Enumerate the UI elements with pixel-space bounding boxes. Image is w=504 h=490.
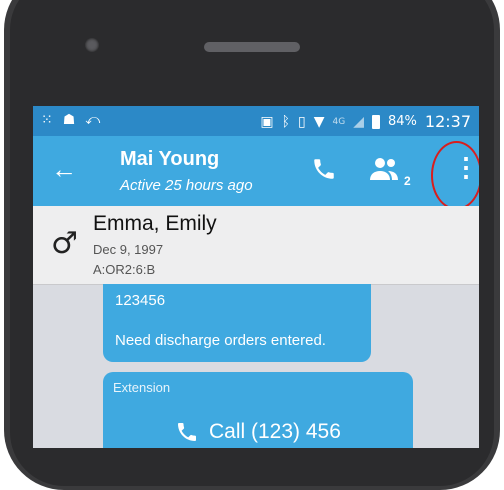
android-icon: ☗ [62, 112, 76, 128]
battery-percent: 84% [387, 114, 417, 129]
highlight-circle [431, 141, 479, 210]
phone-frame: ⁙ ☗ ⤺ ▣ ᛒ ▯ ▼ 4G ◢ 84% 12:37 ← Mai Young… [0, 0, 504, 490]
participant-count: 2 [404, 174, 411, 188]
patient-id: A:OR2:6:B [93, 262, 156, 277]
conversation-subtitle: Active 25 hours ago [120, 177, 253, 194]
phone-icon [178, 423, 196, 441]
participants-icon[interactable] [368, 156, 402, 187]
male-icon: ♂ [51, 226, 78, 261]
patient-dob: Dec 9, 1997 [93, 242, 164, 257]
phone-call-icon[interactable] [311, 156, 337, 187]
wifi-icon: ▼ [313, 113, 325, 130]
bluetooth-icon: ᛒ [281, 113, 290, 130]
back-arrow-icon[interactable]: ← [51, 156, 77, 182]
clock: 12:37 [424, 112, 471, 131]
message-bubble[interactable]: 123456 Need discharge orders entered. [103, 284, 371, 362]
status-bar: ⁙ ☗ ⤺ ▣ ᛒ ▯ ▼ 4G ◢ 84% 12:37 [33, 106, 479, 136]
battery-icon [371, 114, 380, 129]
patient-header[interactable]: ♂ Emma, Emily Dec 9, 1997 A:OR2:6:B [33, 206, 479, 285]
conversation-title: Mai Young [120, 148, 220, 170]
message-text: 123456 [115, 292, 166, 309]
notification-icon: ⁙ [41, 112, 53, 128]
message-text: Need discharge orders entered. [115, 332, 326, 349]
signal-icon: ◢ [353, 113, 364, 130]
front-camera [85, 38, 99, 52]
message-label: Extension [113, 380, 171, 395]
call-button[interactable]: Call (123) 456 [175, 420, 341, 444]
missed-call-icon: ⤺ [85, 112, 101, 128]
patient-name: Emma, Emily [93, 212, 217, 235]
cast-icon: ▣ [260, 113, 274, 130]
earpiece-speaker [204, 42, 300, 52]
vibrate-icon: ▯ [298, 113, 306, 130]
app-bar: ← Mai Young Active 25 hours ago 2 ⋮ [33, 136, 479, 210]
call-button-label: Call (123) 456 [209, 420, 341, 443]
message-bubble: Extension Call (123) 456 [103, 372, 413, 448]
screen: ⁙ ☗ ⤺ ▣ ᛒ ▯ ▼ 4G ◢ 84% 12:37 ← Mai Young… [33, 106, 479, 448]
network-label: 4G [332, 116, 346, 127]
